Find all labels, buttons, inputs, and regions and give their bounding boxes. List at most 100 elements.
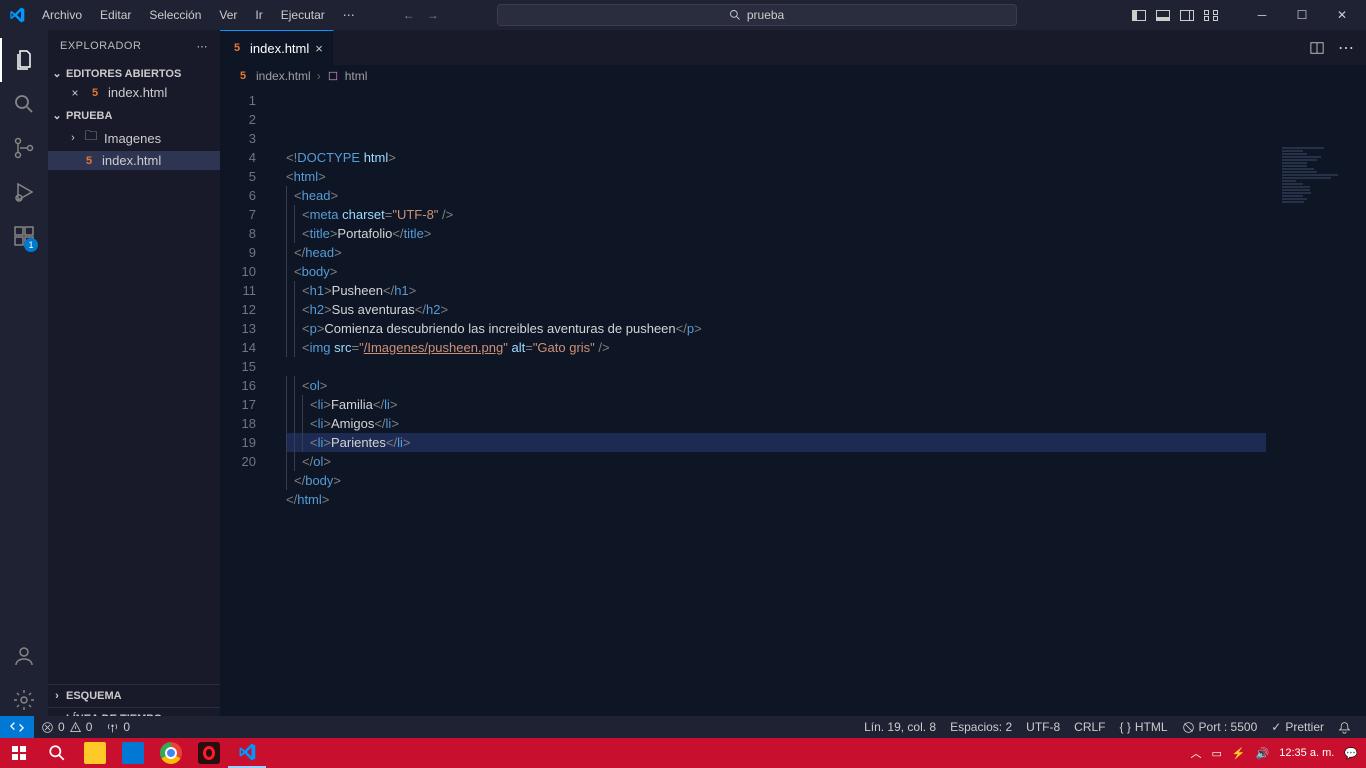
status-prettier[interactable]: ✓ Prettier — [1264, 716, 1331, 738]
taskbar-explorer[interactable] — [76, 738, 114, 768]
open-editors-label: EDITORES ABIERTOS — [66, 68, 181, 80]
warning-count: 0 — [86, 720, 93, 734]
search-icon — [729, 9, 741, 21]
status-notifications[interactable] — [1331, 716, 1358, 738]
tray-notifications-icon[interactable]: 💬 — [1344, 747, 1358, 760]
split-editor-icon[interactable] — [1310, 41, 1324, 55]
tab-index-html[interactable]: 5 index.html × — [220, 30, 334, 65]
bell-icon — [1338, 721, 1351, 734]
menu-archivo[interactable]: Archivo — [34, 4, 90, 26]
menu-ir[interactable]: Ir — [247, 4, 270, 26]
tab-label: index.html — [250, 41, 309, 56]
breadcrumb[interactable]: 5 index.html › html — [220, 65, 1366, 87]
prettier-label: Prettier — [1285, 720, 1324, 734]
activity-accounts[interactable] — [0, 634, 48, 678]
minimap[interactable] — [1282, 147, 1352, 257]
menu-editar[interactable]: Editar — [92, 4, 139, 26]
symbol-icon — [327, 70, 339, 82]
tray-wifi-icon[interactable]: ⚡ — [1232, 747, 1246, 760]
section-outline[interactable]: › ESQUEMA — [48, 684, 220, 707]
open-editor-item[interactable]: × 5 index.html — [48, 83, 220, 102]
remote-icon — [10, 720, 24, 734]
taskbar-vscode[interactable] — [228, 738, 266, 768]
status-encoding[interactable]: UTF-8 — [1019, 716, 1067, 738]
editor-tabs: 5 index.html × ⋯ — [220, 30, 1366, 65]
minimize-button[interactable]: ─ — [1242, 0, 1282, 30]
html-file-icon: 5 — [236, 70, 250, 82]
close-button[interactable]: ✕ — [1322, 0, 1362, 30]
menu-ejecutar[interactable]: Ejecutar — [273, 4, 333, 26]
debug-icon — [12, 180, 36, 204]
code-content[interactable]: <!DOCTYPE html><html><head><meta charset… — [270, 87, 1366, 730]
activity-source-control[interactable] — [0, 126, 48, 170]
main-menu: Archivo Editar Selección Ver Ir Ejecutar… — [34, 4, 363, 26]
close-icon[interactable]: × — [315, 41, 323, 56]
taskbar-search[interactable] — [38, 738, 76, 768]
file-name: index.html — [102, 153, 161, 168]
chevron-right-icon: › — [68, 132, 78, 144]
editor-area: 5 index.html × ⋯ 5 index.html › html 123… — [220, 30, 1366, 730]
activity-explorer[interactable] — [0, 38, 48, 82]
extensions-badge: 1 — [24, 238, 38, 252]
layout-bottom-icon[interactable] — [1156, 10, 1170, 21]
vscode-logo-icon — [0, 7, 34, 23]
code-editor[interactable]: 1234567891011121314151617181920 <!DOCTYP… — [220, 87, 1366, 730]
taskbar-chrome[interactable] — [152, 738, 190, 768]
tray-chevron-icon[interactable]: ︿ — [1190, 745, 1201, 761]
status-problems[interactable]: 0 0 — [34, 716, 99, 738]
sidebar-more-icon[interactable]: ⋯ — [197, 40, 209, 53]
tab-actions: ⋯ — [1310, 30, 1366, 65]
start-button[interactable] — [0, 738, 38, 768]
language-label: HTML — [1135, 720, 1168, 734]
section-open-editors[interactable]: ⌄ EDITORES ABIERTOS — [48, 64, 220, 83]
section-project[interactable]: ⌄ PRUEBA — [48, 106, 220, 125]
taskbar-mail[interactable] — [114, 738, 152, 768]
tray-clock[interactable]: 12:35 a. m. — [1279, 747, 1334, 759]
status-ports[interactable]: 0 — [99, 716, 137, 738]
tray-battery-icon[interactable]: ▭ — [1211, 747, 1221, 760]
windows-icon — [11, 745, 27, 761]
layout-customize-icon[interactable] — [1204, 10, 1218, 21]
status-live-server[interactable]: Port : 5500 — [1175, 716, 1265, 738]
layout-right-icon[interactable] — [1180, 10, 1194, 21]
menu-ver[interactable]: Ver — [211, 4, 245, 26]
breadcrumb-file[interactable]: index.html — [256, 69, 311, 83]
window-controls: ─ ☐ ✕ — [1242, 0, 1362, 30]
files-icon — [12, 48, 36, 72]
status-cursor[interactable]: Lín. 19, col. 8 — [857, 716, 943, 738]
tray-volume-icon[interactable]: 🔊 — [1256, 747, 1270, 760]
open-editor-filename: index.html — [108, 85, 167, 100]
status-language[interactable]: { } HTML — [1113, 716, 1175, 738]
more-actions-icon[interactable]: ⋯ — [1338, 38, 1354, 58]
status-bar: 0 0 0 Lín. 19, col. 8 Espacios: 2 UTF-8 … — [0, 716, 1366, 738]
close-icon[interactable]: × — [68, 86, 82, 100]
nav-arrows: ← → — [403, 8, 439, 22]
activity-extensions[interactable]: 1 — [0, 214, 48, 258]
status-eol[interactable]: CRLF — [1067, 716, 1112, 738]
source-control-icon — [12, 136, 36, 160]
nav-forward-icon[interactable]: → — [427, 8, 439, 22]
activity-search[interactable] — [0, 82, 48, 126]
windows-taskbar: ︿ ▭ ⚡ 🔊 12:35 a. m. 💬 — [0, 738, 1366, 768]
nav-back-icon[interactable]: ← — [403, 8, 415, 22]
chevron-right-icon: › — [52, 690, 62, 702]
vscode-icon — [238, 743, 256, 761]
gear-icon — [12, 688, 36, 712]
remote-button[interactable] — [0, 716, 34, 738]
sidebar-title: EXPLORADOR — [60, 40, 141, 52]
warning-icon — [69, 721, 82, 734]
status-spaces[interactable]: Espacios: 2 — [943, 716, 1019, 738]
menu-more[interactable]: ⋯ — [335, 4, 363, 26]
activity-run-debug[interactable] — [0, 170, 48, 214]
line-gutter: 1234567891011121314151617181920 — [220, 87, 270, 730]
folder-name: Imagenes — [104, 131, 161, 146]
layout-left-icon[interactable] — [1132, 10, 1146, 21]
folder-imagenes[interactable]: › 🗀 Imagenes — [48, 125, 220, 151]
file-index-html[interactable]: 5 index.html — [48, 151, 220, 170]
menu-seleccion[interactable]: Selección — [141, 4, 209, 26]
breadcrumb-symbol[interactable]: html — [345, 69, 368, 83]
maximize-button[interactable]: ☐ — [1282, 0, 1322, 30]
breadcrumb-separator-icon: › — [317, 69, 321, 83]
command-center-search[interactable]: prueba — [497, 4, 1017, 26]
taskbar-opera[interactable] — [190, 738, 228, 768]
